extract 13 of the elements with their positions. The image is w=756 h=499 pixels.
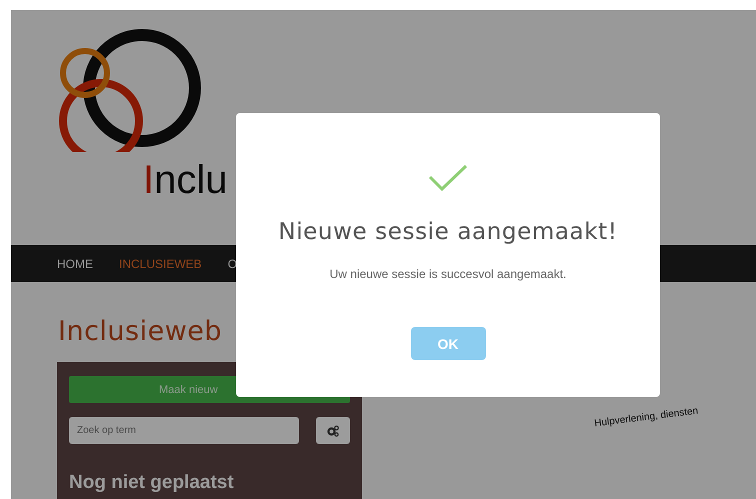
nav-link[interactable]: INCLUSIEWEB	[119, 256, 202, 270]
canvas-label: Hulpverlening, diensten	[594, 406, 699, 430]
gears-icon	[327, 424, 339, 436]
dialog-title: Nieuwe sessie aangemaakt!	[278, 219, 618, 245]
nav-link[interactable]: HOME	[57, 256, 93, 270]
dialog-message: Uw nieuwe sessie is succesvol aangemaakt.	[330, 267, 566, 281]
ok-button[interactable]: OK	[410, 327, 486, 360]
section-title: Nog niet geplaatst	[69, 472, 235, 494]
logo-text: Inclu	[143, 158, 228, 202]
settings-button[interactable]	[316, 417, 350, 444]
search-field[interactable]: Zoek op term	[69, 417, 299, 444]
checkmark-icon	[428, 163, 468, 193]
page-heading: Inclusieweb	[58, 316, 222, 347]
